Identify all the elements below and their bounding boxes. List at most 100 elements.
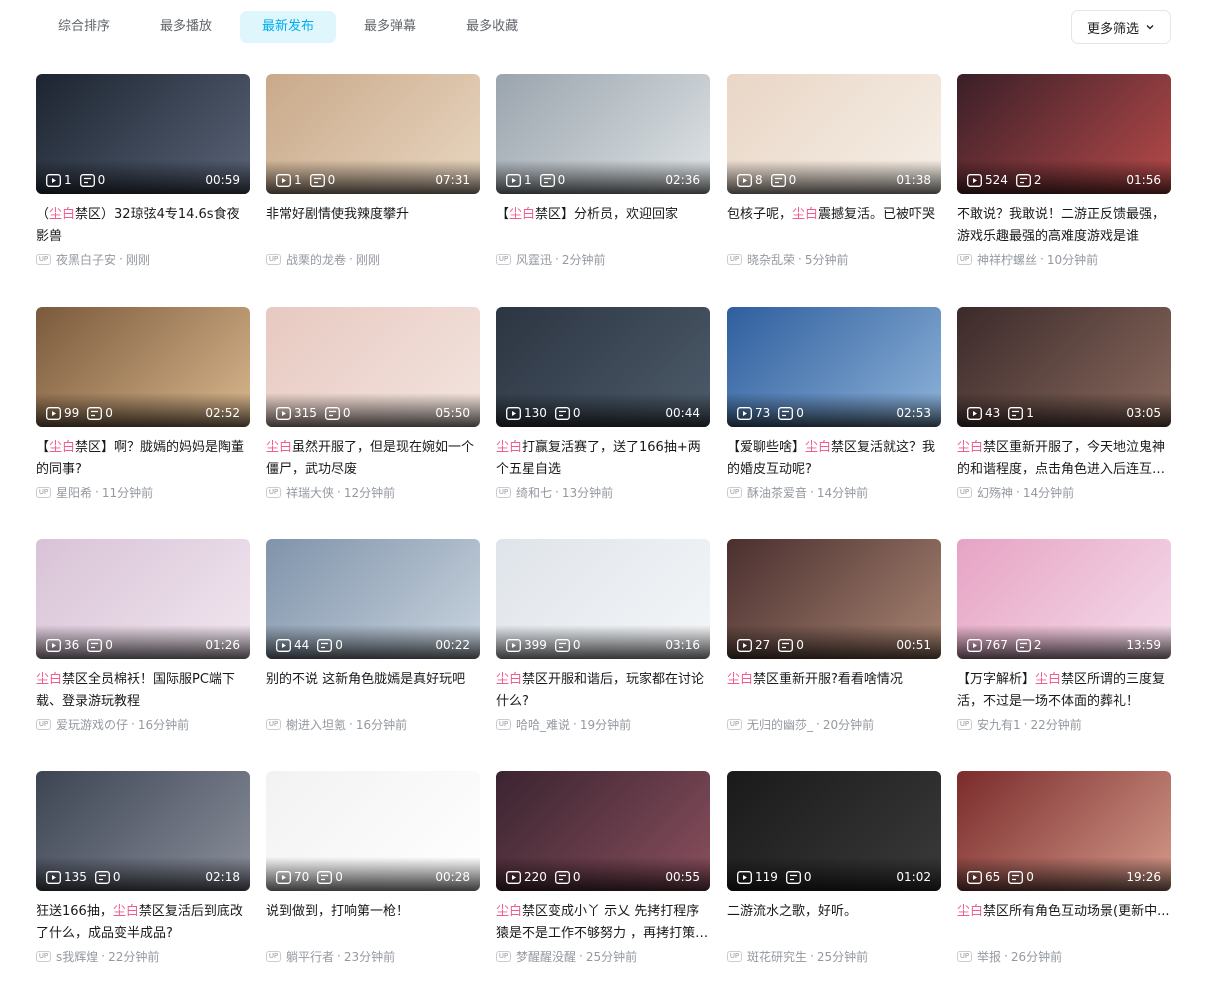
video-thumbnail[interactable]: 43 1 03:05 xyxy=(957,307,1171,427)
video-title[interactable]: 二游流水之歌，好听。 xyxy=(727,901,941,945)
author-name[interactable]: 战栗的龙卷 xyxy=(286,251,346,268)
publish-time: 刚刚 xyxy=(125,252,150,267)
video-title[interactable]: 狂送166抽，尘白禁区复活后到底改了什么，成品变半成品? xyxy=(36,901,250,945)
video-title[interactable]: 尘白禁区变成小丫 示乂 先拷打程序猿是不是工作不够努力 ，再拷打策划是不是压根没… xyxy=(496,901,710,945)
video-title[interactable]: 包核子呢，尘白震撼复活。已被吓哭 xyxy=(727,204,941,248)
play-count: 220 xyxy=(506,870,547,884)
video-thumbnail[interactable]: 44 0 00:22 xyxy=(266,539,480,659)
author-name[interactable]: 榭进入坦氪 xyxy=(286,716,346,733)
author-name[interactable]: 爱玩游戏の仔 xyxy=(56,716,128,733)
author-name[interactable]: 晓杂乱荣 xyxy=(747,251,795,268)
up-icon: UP xyxy=(496,950,511,962)
video-duration: 19:26 xyxy=(1126,870,1161,884)
play-count-value: 767 xyxy=(985,638,1008,652)
more-filter-button[interactable]: 更多筛选 xyxy=(1071,10,1171,44)
video-thumbnail[interactable]: 119 0 01:02 xyxy=(727,771,941,891)
video-thumbnail[interactable]: 130 0 00:44 xyxy=(496,307,710,427)
tab-4[interactable]: 最多收藏 xyxy=(444,11,540,43)
video-duration: 02:53 xyxy=(896,406,931,420)
video-thumbnail[interactable]: 8 0 01:38 xyxy=(727,74,941,194)
video-card: 43 1 03:05 尘白禁区重新开服了，今天地泣鬼神的和谐程度，点击角色进入后连互动… xyxy=(957,307,1171,501)
play-count-value: 315 xyxy=(294,406,317,420)
video-thumbnail[interactable]: 1 0 02:36 xyxy=(496,74,710,194)
play-icon xyxy=(46,638,64,652)
author-name[interactable]: s我辉煌 xyxy=(56,948,98,965)
video-meta: UP 躺平行者 · 23分钟前 xyxy=(266,947,480,965)
video-title[interactable]: 尘白打赢复活赛了，送了166抽+两个五星自选 xyxy=(496,437,710,481)
publish-time: 11分钟前 xyxy=(101,485,154,500)
author-name[interactable]: 幻殇神 xyxy=(977,484,1013,501)
video-card: 99 0 02:52 【尘白禁区】啊？胧嫣的妈妈是陶董的同事? UP 星阳希 · 11分钟前 xyxy=(36,307,250,501)
tab-3[interactable]: 最多弹幕 xyxy=(342,11,438,43)
tab-1[interactable]: 最多播放 xyxy=(138,11,234,43)
author-name[interactable]: 无归的幽莎_ xyxy=(747,716,813,733)
danmaku-count: 0 xyxy=(94,870,121,884)
video-duration: 00:22 xyxy=(435,638,470,652)
video-title[interactable]: （尘白禁区）32琼弦4专14.6s食夜影兽 xyxy=(36,204,250,248)
up-icon: UP xyxy=(36,718,51,730)
author-name[interactable]: 夜黑白子安 xyxy=(56,251,116,268)
video-thumbnail[interactable]: 65 0 19:26 xyxy=(957,771,1171,891)
play-count: 130 xyxy=(506,406,547,420)
publish-time: 22分钟前 xyxy=(1030,717,1082,732)
author-name[interactable]: 哈哈_难说 xyxy=(516,716,570,733)
video-title[interactable]: 别的不说 这新角色胧嫣是真好玩吧 xyxy=(266,669,480,713)
video-thumbnail[interactable]: 524 2 01:56 xyxy=(957,74,1171,194)
tab-0[interactable]: 综合排序 xyxy=(36,11,132,43)
publish-time: 20分钟前 xyxy=(822,717,875,732)
video-thumbnail[interactable]: 27 0 00:51 xyxy=(727,539,941,659)
video-title[interactable]: 【爱聊些啥】尘白禁区复活就这？我的婚皮互动呢? xyxy=(727,437,941,481)
video-thumbnail[interactable]: 99 0 02:52 xyxy=(36,307,250,427)
author-name[interactable]: 梦醒醒没醒 xyxy=(516,948,576,965)
video-duration: 03:05 xyxy=(1126,406,1161,420)
video-title[interactable]: 尘白禁区全员棉袄！国际服PC端下载、登录游玩教程 xyxy=(36,669,250,713)
danmaku-icon xyxy=(309,173,328,187)
author-name[interactable]: 风霆迅 xyxy=(516,251,552,268)
play-icon xyxy=(737,406,755,420)
video-title[interactable]: 【尘白禁区】啊？胧嫣的妈妈是陶董的同事? xyxy=(36,437,250,481)
play-count-value: 135 xyxy=(64,870,87,884)
video-title[interactable]: 尘白禁区重新开服了，今天地泣鬼神的和谐程度，点击角色进入后连互动都没了 xyxy=(957,437,1171,481)
video-title[interactable]: 非常好剧情使我辣度攀升 xyxy=(266,204,480,248)
author-name[interactable]: 举报 xyxy=(977,948,1001,965)
author-name[interactable]: 绮和七 xyxy=(516,484,552,501)
tab-2[interactable]: 最新发布 xyxy=(240,11,337,43)
video-thumbnail[interactable]: 399 0 03:16 xyxy=(496,539,710,659)
video-thumbnail[interactable]: 70 0 00:28 xyxy=(266,771,480,891)
play-count: 399 xyxy=(506,638,547,652)
video-thumbnail[interactable]: 767 2 13:59 xyxy=(957,539,1171,659)
video-thumbnail[interactable]: 220 0 00:55 xyxy=(496,771,710,891)
author-name[interactable]: 酥油茶爱音 xyxy=(747,484,807,501)
author-name[interactable]: 祥瑞大侠 xyxy=(286,484,334,501)
video-title[interactable]: 不敢说？我敢说！二游正反馈最强，游戏乐趣最强的高难度游戏是谁 xyxy=(957,204,1171,248)
up-icon: UP xyxy=(727,486,742,498)
danmaku-count-value: 0 xyxy=(788,173,797,187)
video-thumbnail[interactable]: 1 0 07:31 xyxy=(266,74,480,194)
author-name[interactable]: 躺平行者 xyxy=(286,948,334,965)
danmaku-count: 0 xyxy=(539,173,565,187)
video-title[interactable]: 尘白禁区所有角色互动场景(更新中... xyxy=(957,901,1171,945)
danmaku-count: 0 xyxy=(778,406,804,420)
video-title[interactable]: 尘白虽然开服了，但是现在婉如一个僵尸，武功尽废 xyxy=(266,437,480,481)
video-thumbnail[interactable]: 135 0 02:18 xyxy=(36,771,250,891)
author-name[interactable]: 神祥柠螺丝 xyxy=(977,251,1037,268)
publish-time: 16分钟前 xyxy=(355,717,408,732)
video-meta: UP 无归的幽莎_ · 20分钟前 xyxy=(727,715,941,733)
video-title[interactable]: 【尘白禁区】分析员，欢迎回家 xyxy=(496,204,710,248)
danmaku-count: 0 xyxy=(1008,870,1034,884)
video-thumbnail[interactable]: 315 0 05:50 xyxy=(266,307,480,427)
video-thumbnail[interactable]: 73 0 02:53 xyxy=(727,307,941,427)
author-name[interactable]: 斑花研究生 xyxy=(747,948,807,965)
video-title[interactable]: 说到做到，打响第一枪！ xyxy=(266,901,480,945)
author-name[interactable]: 安九有1 xyxy=(977,716,1021,733)
author-name[interactable]: 星阳希 xyxy=(56,484,92,501)
video-thumbnail[interactable]: 36 0 01:26 xyxy=(36,539,250,659)
up-icon: UP xyxy=(36,950,51,962)
play-count: 27 xyxy=(737,638,770,652)
video-stats: 119 0 01:02 xyxy=(737,870,931,884)
video-card: 1 0 07:31 非常好剧情使我辣度攀升 UP 战栗的龙卷 · 刚刚 xyxy=(266,74,480,268)
video-title[interactable]: 【万字解析】尘白禁区所谓的三度复活，不过是一场不体面的葬礼！ xyxy=(957,669,1171,713)
video-title[interactable]: 尘白禁区重新开服?看看啥情况 xyxy=(727,669,941,713)
video-title[interactable]: 尘白禁区开服和谐后，玩家都在讨论什么? xyxy=(496,669,710,713)
video-thumbnail[interactable]: 1 0 00:59 xyxy=(36,74,250,194)
